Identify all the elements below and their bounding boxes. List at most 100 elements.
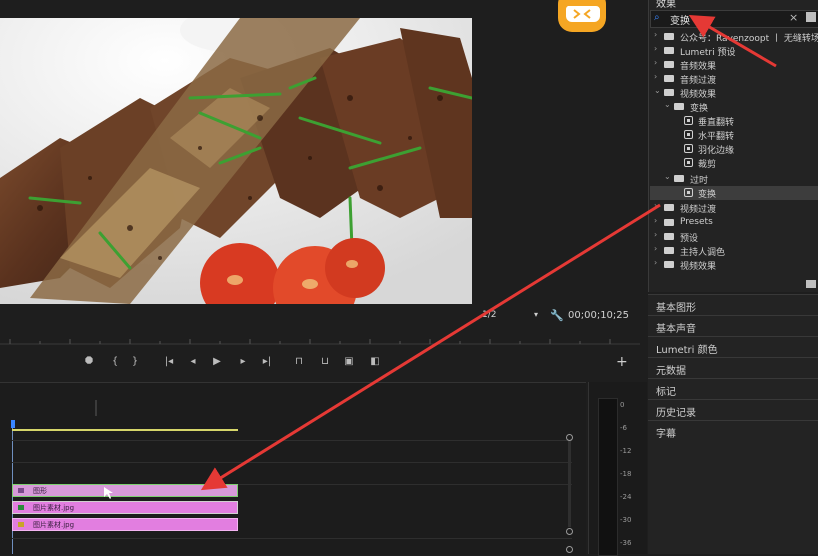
chevron-right-icon: › [654, 244, 658, 253]
tree-item-label: 视频过渡 [680, 205, 717, 215]
tree-item-folder[interactable]: › Lumetri 预设 [650, 44, 818, 58]
track-divider [12, 538, 572, 539]
timeline-clip[interactable]: 图形 [12, 484, 238, 497]
tree-item-folder[interactable]: › 预设 [650, 230, 818, 244]
button-editor-add-icon[interactable]: + [616, 354, 628, 370]
tree-item-folder[interactable]: ⌄ 变换 [650, 100, 818, 114]
chevron-down-icon: ⌄ [664, 172, 671, 181]
tree-item-folder[interactable]: › 音频过渡 [650, 72, 818, 86]
panel-tab-metadata[interactable]: 元数据 [648, 357, 818, 378]
tree-item-effect[interactable]: 羽化边缘 [650, 142, 818, 156]
tree-item-label: 变换 [690, 104, 709, 114]
chevron-right-icon: › [654, 230, 658, 239]
tree-item-folder[interactable]: › 视频效果 [650, 258, 818, 272]
tree-item-effect[interactable]: 垂直翻转 [650, 114, 818, 128]
panel-title: 效果 [656, 0, 676, 10]
extract-icon[interactable]: ⊔ [316, 353, 334, 371]
tree-item-folder[interactable]: › 主持人调色 [650, 244, 818, 258]
clear-search-icon[interactable]: × [789, 11, 798, 24]
chevron-right-icon: › [654, 72, 658, 81]
panel-tab-label: 字幕 [656, 429, 676, 440]
tree-item-folder[interactable]: › 视频过渡 [650, 201, 818, 215]
timeline-clip[interactable]: 图片素材.jpg [12, 501, 238, 514]
marker-icon[interactable]: ⯃ [80, 353, 98, 371]
panel-tab-label: 元数据 [656, 366, 686, 377]
effect-icon [684, 144, 693, 153]
panel-tab-essential-sound[interactable]: 基本声音 [648, 315, 818, 336]
tree-item-label: 视频效果 [680, 90, 717, 100]
scrollbar-handle[interactable] [566, 434, 573, 441]
go-to-in-icon[interactable]: |◂ [160, 353, 178, 371]
lift-icon[interactable]: ⊓ [290, 353, 308, 371]
panel-tab-history[interactable]: 历史记录 [648, 399, 818, 420]
step-forward-icon[interactable]: ▸ [234, 353, 252, 371]
db-label: -36 [620, 539, 632, 547]
clip-label: 图片素材.jpg [33, 521, 75, 529]
transport-controls: ⯃ { } |◂ ◂ ▶ ▸ ▸| ⊓ ⊔ ▣ ◧ [80, 353, 640, 371]
db-label: -12 [620, 447, 632, 455]
tree-item-folder[interactable]: › Presets [650, 216, 818, 230]
tree-item-label: 预设 [680, 234, 699, 244]
tree-item-effect[interactable]: 水平翻转 [650, 128, 818, 142]
play-icon[interactable]: ▶ [208, 353, 226, 371]
settings-wrench-icon[interactable]: 🔧 [550, 309, 564, 322]
new-bin-icon[interactable] [806, 12, 816, 22]
panel-tab-label: Lumetri 颜色 [656, 345, 718, 356]
scrollbar-handle[interactable] [566, 546, 573, 553]
chevron-right-icon: › [654, 216, 658, 225]
tree-item-label: 水平翻转 [698, 132, 735, 142]
go-to-out-icon[interactable]: ▸| [258, 353, 276, 371]
tree-item-label: 公众号：Ravenzoopt 丨 无缝转场预设 [680, 34, 818, 44]
tree-item-effect-selected[interactable]: 变换 [650, 186, 818, 200]
monitor-time-ruler[interactable] [0, 333, 640, 345]
vertical-scrollbar[interactable] [568, 441, 571, 527]
mark-out-icon[interactable]: } [126, 353, 144, 371]
folder-icon [664, 47, 674, 54]
chevron-down-icon: ⌄ [654, 86, 661, 95]
tree-item-folder[interactable]: › 音频效果 [650, 58, 818, 72]
folder-icon [664, 247, 674, 254]
search-input[interactable]: 变换 [670, 12, 690, 27]
tree-item-label: 音频效果 [680, 62, 717, 72]
db-label: -24 [620, 493, 632, 501]
tree-item-folder[interactable]: ⌄ 过时 [650, 172, 818, 186]
timeline-ruler[interactable] [0, 396, 586, 416]
folder-icon[interactable] [806, 280, 816, 288]
tree-item-folder[interactable]: › 公众号：Ravenzoopt 丨 无缝转场预设 [650, 30, 818, 44]
tree-item-label: Presets [680, 217, 713, 227]
comparison-view-icon[interactable]: ◧ [366, 353, 384, 371]
clip-label: 图形 [33, 487, 47, 495]
db-label: 0 [620, 401, 625, 409]
work-area-bar[interactable] [12, 429, 238, 431]
folder-icon [664, 233, 674, 240]
panel-tab-essential-graphics[interactable]: 基本图形 [648, 294, 818, 315]
panel-tab-label: 基本声音 [656, 324, 696, 335]
fx-badge-icon [18, 522, 24, 527]
panel-tab-markers[interactable]: 标记 [648, 378, 818, 399]
step-back-icon[interactable]: ◂ [184, 353, 202, 371]
timeline-clip[interactable]: 图片素材.jpg [12, 518, 238, 531]
fit-zoom-select[interactable]: 1/2 ▾ [482, 310, 538, 324]
folder-icon [664, 261, 674, 268]
video-preview[interactable] [0, 18, 472, 304]
tree-item-folder[interactable]: ⌄ 视频效果 [650, 86, 818, 100]
scrollbar-handle[interactable] [566, 528, 573, 535]
panel-tab-lumetri-color[interactable]: Lumetri 颜色 [648, 336, 818, 357]
fit-zoom-value: 1/2 [482, 310, 497, 320]
mark-in-icon[interactable]: { [106, 353, 124, 371]
tree-item-label: Lumetri 预设 [680, 48, 736, 58]
tree-item-label: 垂直翻转 [698, 118, 735, 128]
db-label: -6 [620, 424, 627, 432]
panel-tab-captions[interactable]: 字幕 [648, 420, 818, 441]
export-frame-icon[interactable]: ▣ [340, 353, 358, 371]
brand-logo [558, 0, 606, 32]
tree-item-label: 音频过渡 [680, 76, 717, 86]
tree-item-label: 裁剪 [698, 160, 717, 170]
playhead-timecode[interactable]: 00;00;10;25 [568, 310, 629, 321]
playhead-handle[interactable] [11, 420, 15, 428]
tree-item-label: 视频效果 [680, 262, 717, 272]
folder-icon [664, 61, 674, 68]
effect-icon [684, 188, 693, 197]
effect-icon [684, 130, 693, 139]
tree-item-effect[interactable]: 裁剪 [650, 156, 818, 170]
